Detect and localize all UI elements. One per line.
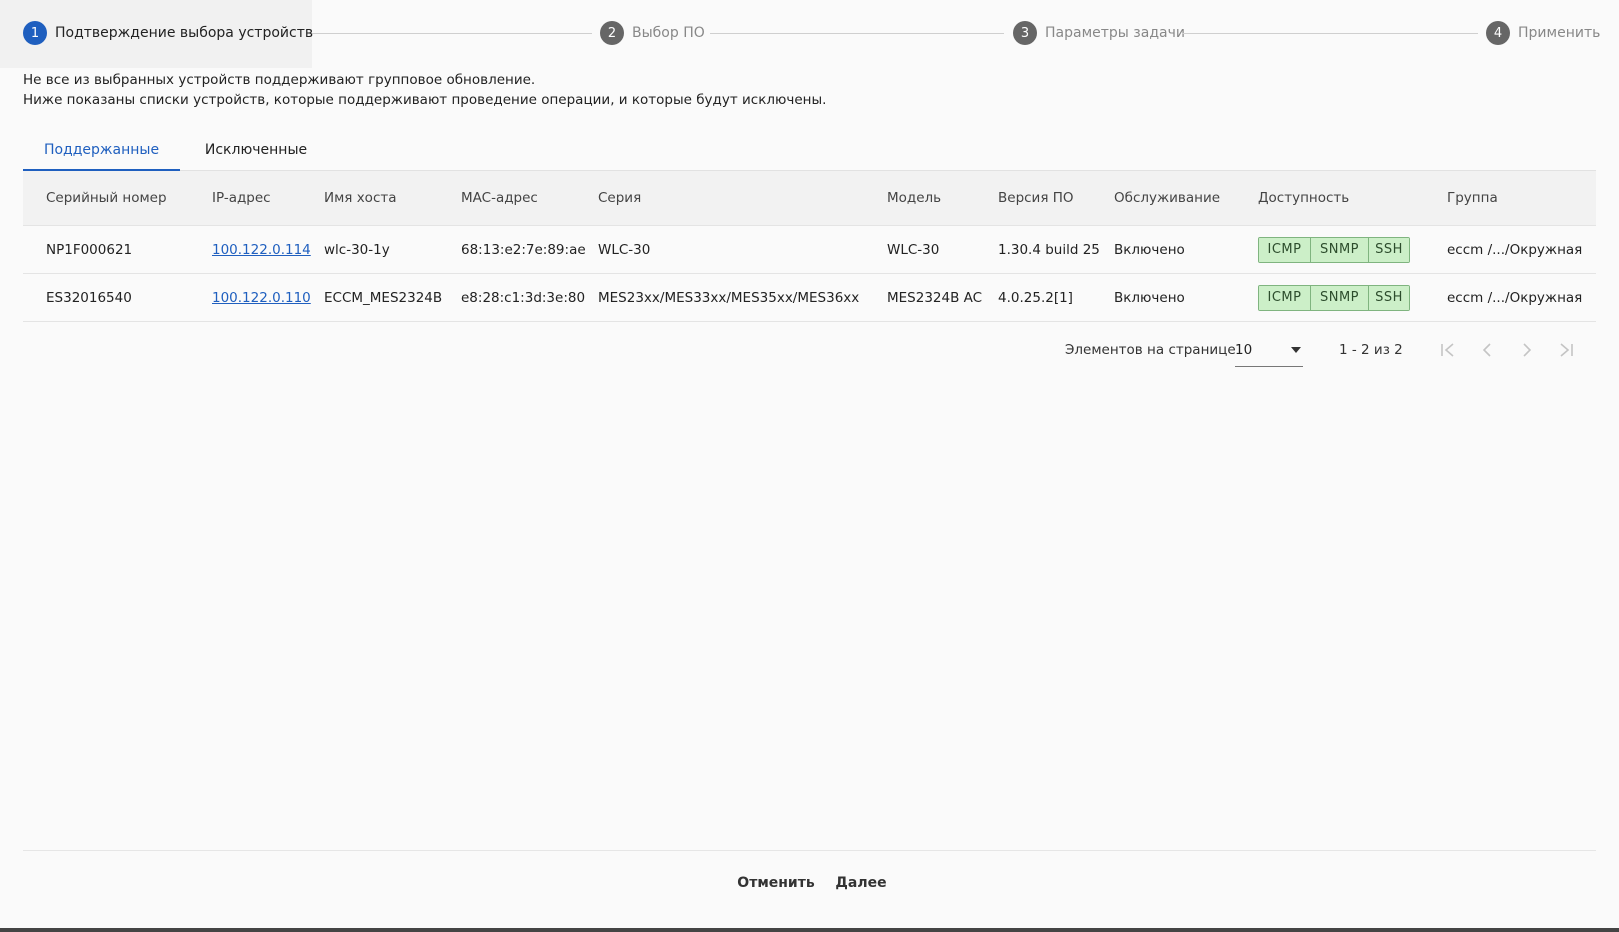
cell-firmware: 1.30.4 build 25 <box>998 241 1100 258</box>
badge-ssh: SSH <box>1369 237 1409 262</box>
info-message: Не все из выбранных устройств поддержива… <box>23 70 826 110</box>
wizard-footer: Отменить Далее <box>23 850 1596 931</box>
step-1[interactable]: 1 Подтверждение выбора устройств <box>23 21 313 45</box>
cell-series: MES23xx/MES33xx/MES35xx/MES36xx <box>598 289 860 306</box>
cell-serial: NP1F000621 <box>46 241 133 258</box>
step-label-4: Применить <box>1518 25 1601 41</box>
next-page-button[interactable] <box>1515 338 1539 362</box>
header-model[interactable]: Модель <box>887 171 992 225</box>
header-service[interactable]: Обслуживание <box>1114 171 1254 225</box>
devices-table: Серийный номер IP-адрес Имя хоста MAC-ад… <box>23 171 1596 322</box>
cell-serial: ES32016540 <box>46 289 132 306</box>
table-row[interactable]: ES32016540 100.122.0.110 ECCM_MES2324B e… <box>23 274 1596 322</box>
header-availability[interactable]: Доступность <box>1258 171 1438 225</box>
tab-supported[interactable]: Поддержанные <box>23 130 180 171</box>
cell-mac: e8:28:c1:3d:3e:80 <box>461 289 586 306</box>
header-firmware[interactable]: Версия ПО <box>998 171 1108 225</box>
badge-snmp: SNMP <box>1311 237 1369 262</box>
badge-icmp: ICMP <box>1259 237 1311 262</box>
step-number-4: 4 <box>1486 21 1510 45</box>
cell-service: Включено <box>1114 289 1185 306</box>
badge-snmp: SNMP <box>1311 285 1369 310</box>
cell-availability: ICMP SNMP SSH <box>1258 274 1418 321</box>
header-serial[interactable]: Серийный номер <box>46 171 206 225</box>
device-ip-link[interactable]: 100.122.0.114 <box>212 242 311 258</box>
next-button[interactable]: Далее <box>831 867 891 899</box>
step-number-3: 3 <box>1013 21 1037 45</box>
step-label-1: Подтверждение выбора устройств <box>55 25 314 41</box>
first-page-button[interactable] <box>1436 338 1460 362</box>
cancel-button[interactable]: Отменить <box>731 867 821 899</box>
stepper: 1 Подтверждение выбора устройств 2 Выбор… <box>0 0 1619 68</box>
step-number-2: 2 <box>600 21 624 45</box>
header-group[interactable]: Группа <box>1447 171 1592 225</box>
page-range: 1 - 2 из 2 <box>1339 342 1403 358</box>
device-ip-link[interactable]: 100.122.0.110 <box>212 290 311 306</box>
chevron-down-icon <box>1291 347 1301 353</box>
step-label-3: Параметры задачи <box>1045 25 1185 41</box>
step-connector-2 <box>710 33 1004 34</box>
table-header: Серийный номер IP-адрес Имя хоста MAC-ад… <box>23 171 1596 226</box>
step-2[interactable]: 2 Выбор ПО <box>600 21 705 45</box>
last-page-icon <box>1560 343 1573 357</box>
cell-firmware: 4.0.25.2[1] <box>998 289 1073 306</box>
page-size-value: 10 <box>1235 342 1253 358</box>
first-page-icon <box>1441 343 1454 357</box>
step-3[interactable]: 3 Параметры задачи <box>1013 21 1185 45</box>
cell-series: WLC-30 <box>598 241 651 258</box>
availability-badges: ICMP SNMP SSH <box>1258 284 1410 311</box>
window-bottom-edge <box>0 928 1619 932</box>
device-tabs: Поддержанные Исключенные <box>23 130 1596 171</box>
pagination: Элементов на странице 10 1 - 2 из 2 <box>0 334 1619 367</box>
page-size-label: Элементов на странице <box>1065 342 1236 358</box>
page-size-select[interactable]: 10 <box>1235 334 1303 367</box>
chevron-right-icon <box>1523 343 1532 357</box>
cell-availability: ICMP SNMP SSH <box>1258 226 1418 273</box>
header-mac[interactable]: MAC-адрес <box>461 171 591 225</box>
step-number-1: 1 <box>23 21 47 45</box>
tab-excluded[interactable]: Исключенные <box>180 130 332 170</box>
header-hostname[interactable]: Имя хоста <box>324 171 454 225</box>
prev-page-button[interactable] <box>1475 338 1499 362</box>
step-connector-1 <box>312 33 592 34</box>
header-ip[interactable]: IP-адрес <box>212 171 317 225</box>
step-connector-3 <box>1182 33 1478 34</box>
availability-badges: ICMP SNMP SSH <box>1258 236 1410 263</box>
cell-model: WLC-30 <box>887 241 940 258</box>
wizard-page: 1 Подтверждение выбора устройств 2 Выбор… <box>0 0 1619 932</box>
info-line-2: Ниже показаны списки устройств, которые … <box>23 92 827 108</box>
cell-group: eccm /.../Окружная <box>1447 241 1583 258</box>
cell-service: Включено <box>1114 241 1185 258</box>
table-row[interactable]: NP1F000621 100.122.0.114 wlc-30-1y 68:13… <box>23 226 1596 274</box>
badge-ssh: SSH <box>1369 285 1409 310</box>
cell-model: MES2324B AC <box>887 289 983 306</box>
cell-ip-wrap: 100.122.0.114 <box>212 226 317 273</box>
chevron-left-icon <box>1482 343 1491 357</box>
header-series[interactable]: Серия <box>598 171 878 225</box>
info-line-1: Не все из выбранных устройств поддержива… <box>23 72 536 88</box>
cell-hostname: ECCM_MES2324B <box>324 289 443 306</box>
cell-hostname: wlc-30-1y <box>324 241 390 258</box>
cell-group: eccm /.../Окружная <box>1447 289 1583 306</box>
cell-mac: 68:13:e2:7e:89:ae <box>461 241 586 258</box>
step-4[interactable]: 4 Применить <box>1486 21 1600 45</box>
last-page-button[interactable] <box>1554 338 1578 362</box>
cell-ip-wrap: 100.122.0.110 <box>212 274 317 321</box>
badge-icmp: ICMP <box>1259 285 1311 310</box>
step-label-2: Выбор ПО <box>632 25 705 41</box>
